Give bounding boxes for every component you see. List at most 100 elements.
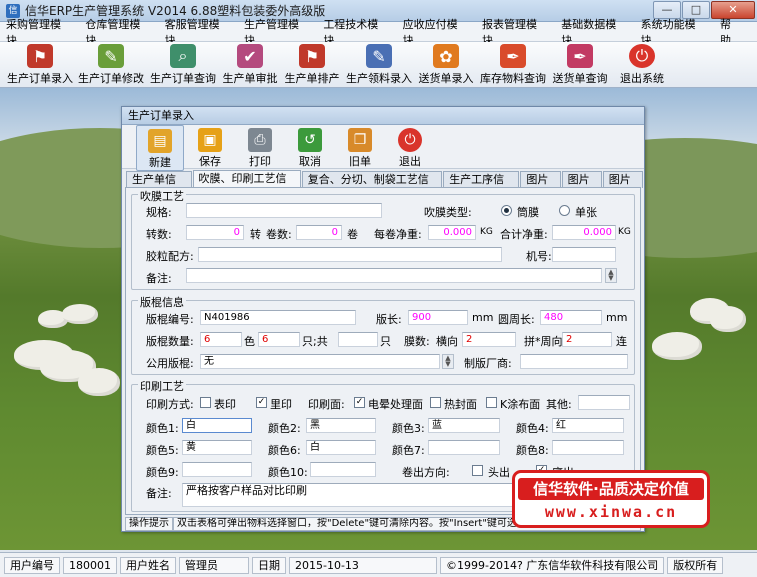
net-weight-unit: KG: [480, 227, 493, 237]
inside-print-checkbox[interactable]: ✓: [256, 397, 267, 408]
toolbar-order-edit[interactable]: ✎ 生产订单修改: [78, 42, 144, 86]
tube-film-radio[interactable]: [501, 205, 512, 216]
color8-label: 颜色8:: [516, 444, 549, 457]
toolbar-label: 退出系统: [620, 72, 664, 85]
user-id-value: 180001: [63, 556, 117, 574]
tab-process[interactable]: 生产工序信息: [443, 171, 520, 201]
total-weight-input[interactable]: 0.000: [552, 225, 616, 240]
copyright-text: ©1999-2014? 广东信华软件科技有限公司: [440, 556, 665, 574]
single-sheet-radio[interactable]: [559, 205, 570, 216]
print-button[interactable]: ⎙ 打印: [236, 125, 284, 169]
color7-input[interactable]: [428, 440, 500, 455]
user-id-label: 用户编号: [4, 556, 60, 574]
color10-label: 颜色10:: [268, 466, 308, 479]
folder-stack-icon: ❐: [348, 128, 372, 152]
k-coating-label: K涂布面: [500, 398, 541, 411]
new-button[interactable]: ▤ 新建: [136, 125, 184, 171]
plate-total-input[interactable]: [338, 332, 378, 347]
pdf-document-icon: ⚑: [27, 44, 53, 68]
date-label: 日期: [252, 556, 286, 574]
plate-color-input[interactable]: 6: [258, 332, 300, 347]
exit-button[interactable]: ⏻ 退出: [386, 125, 434, 169]
heat-seal-checkbox[interactable]: [430, 397, 441, 408]
inside-print-label: 里印: [270, 398, 292, 411]
toolbar-exit[interactable]: ⏻ 退出系统: [614, 42, 670, 86]
head-out-checkbox[interactable]: [472, 465, 483, 476]
plate-length-input[interactable]: 900: [408, 310, 468, 325]
color4-input[interactable]: 红: [552, 418, 624, 433]
tab-strip: 生产单信息 吹膜、印刷工艺信息 复合、分切、制袋工艺信息 生产工序信息 图片1 …: [126, 170, 644, 201]
pdf-schedule-icon: ⚑: [299, 44, 325, 68]
new-document-icon: ▤: [148, 129, 172, 153]
color9-input[interactable]: [182, 462, 252, 477]
join-unit: 连: [616, 335, 627, 348]
spec-input[interactable]: [186, 203, 382, 218]
k-coating-checkbox[interactable]: [486, 397, 497, 408]
other-input[interactable]: [578, 395, 630, 410]
tab-image1[interactable]: 图片1: [520, 171, 561, 201]
old-order-button[interactable]: ❐ 旧单: [336, 125, 384, 169]
total-weight-label: 合计净重:: [500, 228, 548, 241]
color5-input[interactable]: 黄: [182, 440, 252, 455]
rolls-input[interactable]: 0: [296, 225, 342, 240]
net-weight-input[interactable]: 0.000: [428, 225, 476, 240]
user-name-value: 管理员: [179, 556, 249, 574]
promo-banner: 信华软件·品质决定价值 www.xinwa.cn: [512, 470, 710, 528]
join-input[interactable]: 2: [562, 332, 612, 347]
banner-url: www.xinwa.cn: [544, 503, 678, 521]
toolbar-delivery-entry[interactable]: ✿ 送货单录入: [418, 42, 474, 86]
save-button[interactable]: ▣ 保存: [186, 125, 234, 169]
plate-code-input[interactable]: N401986: [200, 310, 356, 325]
status-bar: 用户编号 180001 用户姓名 管理员 日期 2015-10-13 ©1999…: [0, 552, 757, 577]
toolbar-order-approve[interactable]: ✔ 生产单审批: [222, 42, 278, 86]
surface-print-checkbox[interactable]: [200, 397, 211, 408]
toolbar-label: 生产订单录入: [7, 72, 73, 85]
tab-image2[interactable]: 图片2: [561, 171, 602, 201]
color2-input[interactable]: 黑: [306, 418, 376, 433]
group-title: 吹膜工艺: [138, 188, 186, 204]
tab-blow-print[interactable]: 吹膜、印刷工艺信息: [192, 170, 301, 200]
recipe-label: 胶粒配方:: [146, 250, 194, 263]
turns-input[interactable]: 0: [186, 225, 244, 240]
cancel-button[interactable]: ↺ 取消: [286, 125, 334, 169]
common-plate-scroll[interactable]: ▲ ▼: [442, 354, 454, 369]
tool-label: 保存: [199, 155, 221, 168]
turns-unit: 转: [250, 228, 261, 241]
sheep: [62, 304, 98, 324]
plate-maker-input[interactable]: [520, 354, 628, 369]
approve-document-icon: ✔: [237, 44, 263, 68]
toolbar-delivery-query[interactable]: ✒ 送货单查询: [552, 42, 608, 86]
tab-order-info[interactable]: 生产单信息: [126, 171, 192, 201]
color5-label: 颜色5:: [146, 444, 179, 457]
toolbar-order-query[interactable]: ⌕ 生产订单查询: [150, 42, 216, 86]
flower-icon: ✿: [433, 44, 459, 68]
color1-input[interactable]: 白: [182, 418, 252, 433]
color10-input[interactable]: [310, 462, 376, 477]
color3-input[interactable]: 蓝: [428, 418, 500, 433]
across-input[interactable]: 2: [462, 332, 516, 347]
note-scroll-arrows[interactable]: ▲ ▼: [605, 268, 617, 283]
color8-input[interactable]: [552, 440, 624, 455]
tab-image3[interactable]: 图片3: [602, 171, 643, 201]
toolbar-order-entry[interactable]: ⚑ 生产订单录入: [7, 42, 73, 86]
status-hint-label: 操作提示: [125, 517, 173, 531]
spec-label: 规格:: [146, 206, 172, 219]
rolls-label: 卷数:: [266, 228, 292, 241]
toolbar-order-schedule[interactable]: ⚑ 生产单排产: [284, 42, 340, 86]
machine-input[interactable]: [552, 247, 616, 262]
roll-direction-label: 卷出方向:: [402, 466, 450, 479]
color4-label: 颜色4:: [516, 422, 549, 435]
blow-note-input[interactable]: [186, 268, 602, 283]
toolbar-stock-query[interactable]: ✒ 库存物料查询: [480, 42, 546, 86]
common-plate-input[interactable]: 无: [200, 354, 440, 369]
plate-qty-input[interactable]: 6: [200, 332, 242, 347]
search-document-icon: ⌕: [170, 44, 196, 68]
recipe-input[interactable]: [198, 247, 502, 262]
circumference-input[interactable]: 480: [540, 310, 602, 325]
toolbar-material-issue[interactable]: ✎ 生产领料录入: [346, 42, 412, 86]
color6-input[interactable]: 白: [306, 440, 376, 455]
sheep: [78, 368, 120, 396]
undo-arrows-icon: ↺: [298, 128, 322, 152]
corona-checkbox[interactable]: ✓: [354, 397, 365, 408]
tab-laminate-cut-bag[interactable]: 复合、分切、制袋工艺信息: [301, 171, 443, 201]
